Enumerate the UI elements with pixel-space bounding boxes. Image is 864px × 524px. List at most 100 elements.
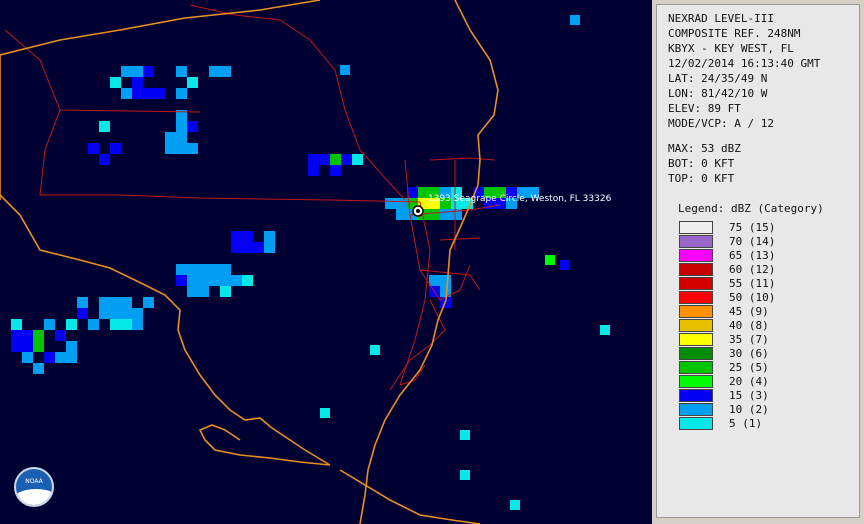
radar-cell: [132, 319, 143, 330]
legend-swatch: [679, 389, 713, 402]
radar-cell: [242, 242, 253, 253]
radar-cell: [22, 330, 33, 341]
legend-label: 50 (10): [729, 291, 776, 304]
radar-cell: [330, 165, 341, 176]
location-pin[interactable]: [412, 205, 424, 217]
legend-label: 40 (8): [729, 319, 769, 332]
radar-cell: [209, 264, 220, 275]
radar-cell: [88, 319, 99, 330]
radar-cell: [22, 352, 33, 363]
radar-cell: [341, 154, 352, 165]
radar-cell: [176, 264, 187, 275]
legend-item: 70 (14): [679, 235, 829, 249]
info-line-longitude: LON: 81/42/10 W: [668, 87, 768, 100]
radar-cell: [385, 198, 396, 209]
radar-cell: [340, 65, 350, 75]
radar-cell: [560, 260, 570, 270]
radar-cell: [510, 500, 520, 510]
location-label: 1393 Seagrape Circle, Weston, FL 33326: [428, 194, 612, 204]
radar-cell: [121, 308, 132, 319]
radar-cell: [440, 275, 451, 286]
radar-cell: [370, 345, 380, 355]
legend-item: 50 (10): [679, 291, 829, 305]
radar-cell: [165, 132, 176, 143]
info-line-elevation: ELEV: 89 FT: [668, 102, 741, 115]
legend-item: 25 (5): [679, 361, 829, 375]
radar-cell: [242, 231, 253, 242]
legend-swatch: [679, 417, 713, 430]
info-line-latitude: LAT: 24/35/49 N: [668, 72, 768, 85]
legend-swatch: [679, 249, 713, 262]
legend-label: 60 (12): [729, 263, 776, 276]
radar-cell: [545, 255, 555, 265]
legend-label: 30 (6): [729, 347, 769, 360]
info-line-product: NEXRAD LEVEL-III: [668, 12, 774, 25]
radar-cell: [319, 154, 330, 165]
radar-cell: [77, 308, 88, 319]
radar-cell: [460, 430, 470, 440]
info-line-mode: COMPOSITE REF. 248NM: [668, 27, 801, 40]
info-line-vcp: MODE/VCP: A / 12: [668, 117, 774, 130]
radar-cell: [77, 297, 88, 308]
legend-swatch: [679, 361, 713, 374]
radar-cell: [66, 319, 77, 330]
radar-cell: [570, 15, 580, 25]
radar-cell: [176, 121, 187, 132]
radar-cell: [176, 132, 187, 143]
legend-swatch: [679, 319, 713, 332]
stat-top: TOP: 0 KFT: [668, 172, 735, 185]
radar-cell: [121, 66, 132, 77]
legend-label: 35 (7): [729, 333, 769, 346]
legend-item: 75 (15): [679, 221, 829, 235]
radar-cell: [209, 66, 220, 77]
radar-cell: [66, 352, 77, 363]
radar-cell: [121, 297, 132, 308]
radar-cell: [176, 143, 187, 154]
radar-cell: [264, 231, 275, 242]
radar-cell: [220, 286, 231, 297]
legend-item: 55 (11): [679, 277, 829, 291]
legend-title: Legend: dBZ (Category): [678, 202, 824, 215]
legend-label: 20 (4): [729, 375, 769, 388]
radar-cell: [187, 143, 198, 154]
radar-map[interactable]: 1393 Seagrape Circle, Weston, FL 33326 N…: [0, 0, 652, 524]
noaa-logo: NOAA: [14, 467, 54, 507]
legend-label: 55 (11): [729, 277, 776, 290]
legend-swatch: [679, 291, 713, 304]
coastline: [0, 0, 499, 524]
radar-cell: [143, 66, 154, 77]
radar-cell: [308, 165, 319, 176]
radar-cell: [187, 275, 198, 286]
stat-bottom: BOT: 0 KFT: [668, 157, 735, 170]
legend-item: 5 (1): [679, 417, 829, 431]
legend-label: 45 (9): [729, 305, 769, 318]
radar-cell: [121, 319, 132, 330]
radar-cell: [198, 264, 209, 275]
radar-cell: [11, 319, 22, 330]
legend-swatch: [679, 333, 713, 346]
info-line-station: KBYX - KEY WEST, FL: [668, 42, 794, 55]
radar-cell: [429, 275, 440, 286]
radar-cell: [99, 154, 110, 165]
radar-cell: [220, 264, 231, 275]
radar-cell: [33, 330, 44, 341]
info-panel: NEXRAD LEVEL-III COMPOSITE REF. 248NM KB…: [656, 4, 860, 518]
radar-cell: [154, 88, 165, 99]
radar-cell: [600, 325, 610, 335]
radar-cell: [143, 297, 154, 308]
radar-cell: [308, 154, 319, 165]
legend-label: 5 (1): [729, 417, 763, 430]
legend-label: 75 (15): [729, 221, 776, 234]
legend-item: 35 (7): [679, 333, 829, 347]
radar-cell: [99, 308, 110, 319]
radar-cell: [209, 275, 220, 286]
legend-item: 10 (2): [679, 403, 829, 417]
radar-cell: [440, 209, 451, 220]
legend-swatch: [679, 305, 713, 318]
radar-cell: [66, 341, 77, 352]
radar-cell: [396, 209, 407, 220]
legend-item: 20 (4): [679, 375, 829, 389]
legend-item: 15 (3): [679, 389, 829, 403]
legend-item: 60 (12): [679, 263, 829, 277]
legend-item: 40 (8): [679, 319, 829, 333]
